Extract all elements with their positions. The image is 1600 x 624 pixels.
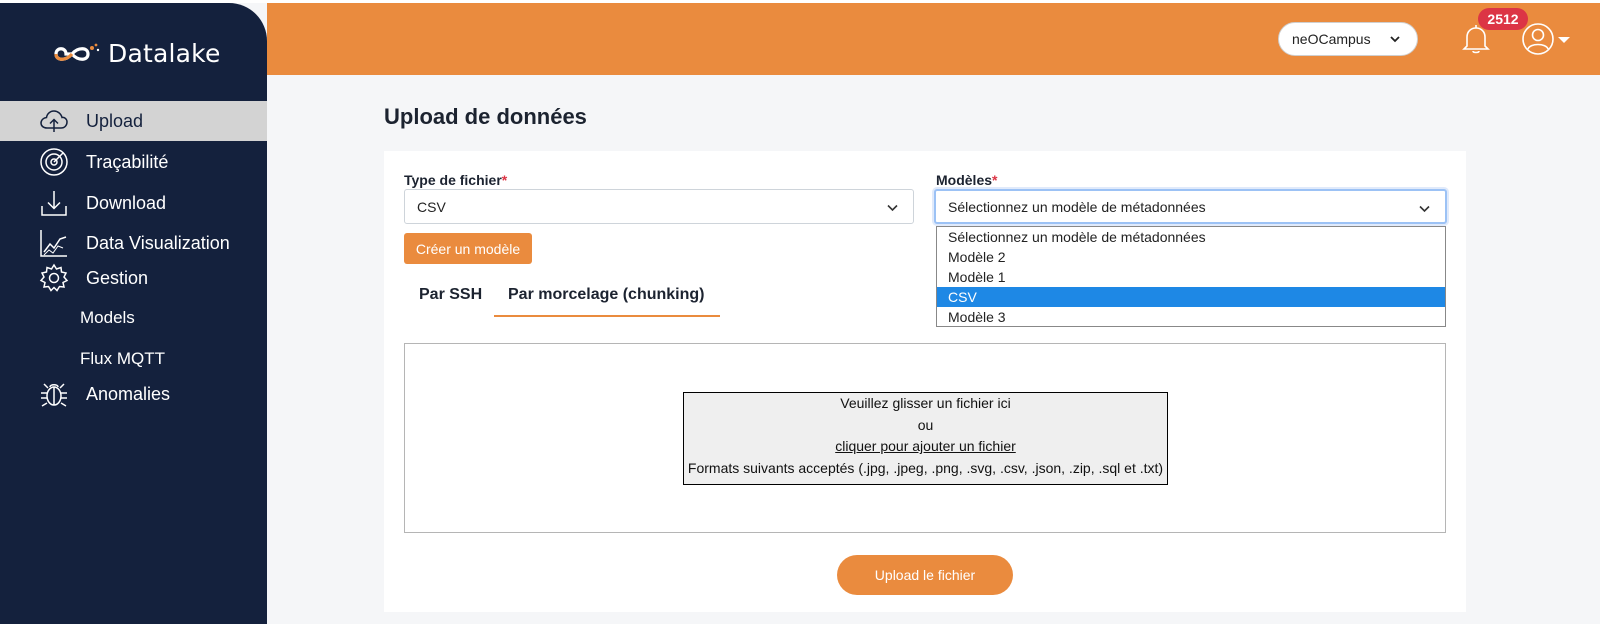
org-select-value: neOCampus bbox=[1292, 31, 1371, 47]
sidebar-item-label: Download bbox=[86, 192, 167, 213]
chevron-down-icon bbox=[1419, 205, 1430, 213]
dropdown-option[interactable]: Sélectionnez un modèle de métadonnées bbox=[937, 227, 1445, 247]
user-avatar-icon[interactable] bbox=[1521, 22, 1555, 56]
radar-icon bbox=[38, 146, 70, 178]
brand-name: Datalake bbox=[108, 39, 221, 68]
drop-instruction-line: Veuillez glisser un fichier ici bbox=[840, 395, 1011, 411]
page-title: Upload de données bbox=[384, 104, 587, 129]
sidebar: Datalake Upload Traçabilité Download Dat… bbox=[0, 3, 267, 624]
file-type-select[interactable]: CSV bbox=[404, 189, 914, 224]
sidebar-item-label: Traçabilité bbox=[86, 151, 169, 172]
dropdown-option[interactable]: Modèle 2 bbox=[937, 247, 1445, 267]
sidebar-item-download[interactable]: Download bbox=[0, 183, 267, 223]
caret-down-icon[interactable] bbox=[1558, 37, 1570, 43]
tab-ssh[interactable]: Par SSH bbox=[419, 286, 482, 304]
file-type-value: CSV bbox=[417, 198, 446, 215]
model-select[interactable]: Sélectionnez un modèle de métadonnées bbox=[934, 189, 1447, 224]
model-select-value: Sélectionnez un modèle de métadonnées bbox=[948, 198, 1206, 215]
cloud-upload-icon bbox=[38, 105, 70, 137]
model-dropdown-list: Sélectionnez un modèle de métadonnées Mo… bbox=[936, 226, 1446, 327]
file-type-label: Type de fichier* bbox=[404, 172, 508, 188]
sidebar-item-label: Upload bbox=[86, 110, 144, 131]
drop-instructions[interactable]: Veuillez glisser un fichier ici ou cliqu… bbox=[683, 392, 1168, 485]
chevron-down-icon bbox=[1390, 36, 1400, 43]
sidebar-item-data-visualization[interactable]: Data Visualization bbox=[0, 223, 267, 263]
chart-line-icon bbox=[38, 227, 70, 259]
download-icon bbox=[38, 187, 70, 219]
upload-file-button[interactable]: Upload le fichier bbox=[837, 555, 1013, 595]
create-model-button[interactable]: Créer un modèle bbox=[404, 233, 532, 264]
sidebar-subitem-flux-mqtt[interactable]: Flux MQTT bbox=[80, 349, 165, 369]
bug-icon bbox=[38, 378, 70, 410]
chevron-down-icon bbox=[887, 204, 898, 212]
org-select[interactable]: neOCampus bbox=[1278, 22, 1418, 56]
sidebar-item-label: Anomalies bbox=[86, 383, 171, 404]
active-tab-indicator bbox=[494, 315, 720, 317]
brand-logo[interactable]: Datalake bbox=[52, 39, 221, 68]
sidebar-item-label: Gestion bbox=[86, 267, 149, 288]
sidebar-item-tracabilite[interactable]: Traçabilité bbox=[0, 142, 267, 182]
dropdown-option-highlighted[interactable]: CSV bbox=[937, 287, 1445, 307]
tab-chunking[interactable]: Par morcelage (chunking) bbox=[508, 286, 705, 304]
accepted-formats: Formats suivants acceptés (.jpg, .jpeg, … bbox=[687, 459, 1164, 476]
drop-instruction-or: ou bbox=[917, 416, 934, 433]
gear-icon bbox=[38, 262, 70, 294]
dropdown-option[interactable]: Modèle 3 bbox=[937, 307, 1445, 327]
add-file-link[interactable]: cliquer pour ajouter un fichier bbox=[684, 436, 1167, 458]
sidebar-item-upload[interactable]: Upload bbox=[0, 101, 267, 141]
sidebar-item-label: Data Visualization bbox=[86, 232, 230, 253]
sidebar-item-gestion[interactable]: Gestion bbox=[0, 258, 267, 298]
infinity-logo-icon bbox=[54, 43, 100, 61]
dropdown-option[interactable]: Modèle 1 bbox=[937, 267, 1445, 287]
model-label: Modèles* bbox=[936, 172, 998, 188]
sidebar-item-anomalies[interactable]: Anomalies bbox=[0, 374, 267, 414]
sidebar-subitem-models[interactable]: Models bbox=[80, 308, 135, 328]
